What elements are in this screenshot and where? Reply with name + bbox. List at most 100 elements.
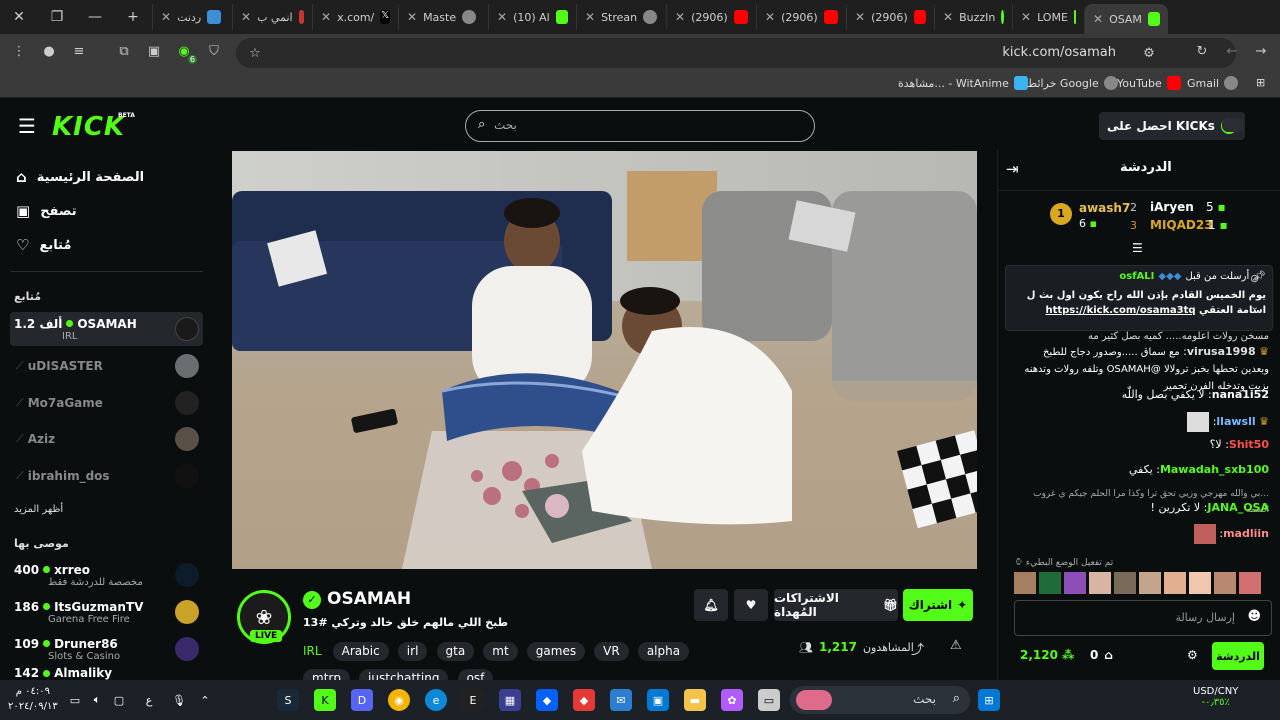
emote-image[interactable]	[1014, 572, 1036, 594]
bookmark-youtube[interactable]: YouTube	[1117, 76, 1181, 90]
keyboard-language[interactable]: ع	[138, 689, 160, 711]
browser-tab[interactable]: ✕ Maste	[398, 4, 488, 30]
recommended-channel[interactable]: 109 Druner86 Slots & Casino	[10, 632, 203, 666]
following-channel[interactable]: ⟋ uDISASTER	[10, 349, 203, 383]
close-tab-icon[interactable]: ✕	[943, 10, 953, 24]
browser-tab[interactable]: ✕ (2906)	[666, 4, 756, 30]
browser-tab[interactable]: ✕ BuzzIn	[934, 4, 1012, 30]
menu-dots-icon[interactable]: ⋮	[10, 42, 28, 60]
leader-name[interactable]: MIQAD23	[1150, 218, 1213, 232]
shield-icon[interactable]: ⛉	[205, 42, 223, 60]
new-tab-icon[interactable]: +	[114, 0, 152, 34]
subscribe-button[interactable]: اشتراك ✦	[903, 589, 973, 621]
tag[interactable]: mt	[483, 642, 518, 661]
kick-app-icon[interactable]: K	[314, 689, 336, 711]
video-player[interactable]	[232, 151, 977, 569]
browser-tab[interactable]: ✕ Strean	[576, 4, 666, 30]
report-warning-icon[interactable]: ⚠	[950, 638, 962, 653]
reading-list-icon[interactable]: ≡	[70, 42, 88, 60]
share-icon[interactable]: ⤴	[911, 639, 924, 658]
bookmark-gmail[interactable]: Gmail	[1187, 76, 1239, 90]
extension-icon[interactable]: ▣	[145, 42, 163, 60]
emote-image[interactable]	[1114, 572, 1136, 594]
browser-tab[interactable]: ✕ ردنت	[152, 4, 232, 30]
close-tab-icon[interactable]: ✕	[585, 10, 595, 24]
file-explorer-icon[interactable]: ▬	[684, 689, 706, 711]
channel-points[interactable]: 2,120 ⁂	[1020, 648, 1074, 662]
close-window-icon[interactable]: ✕	[0, 0, 38, 34]
epic-games-icon[interactable]: E	[462, 689, 484, 711]
steam-icon[interactable]: S	[277, 689, 299, 711]
extension-badge-icon[interactable]: ◉ 6	[175, 42, 197, 64]
close-tab-icon[interactable]: ✕	[855, 10, 865, 24]
close-tab-icon[interactable]: ✕	[1021, 10, 1031, 24]
emote-image[interactable]	[1139, 572, 1161, 594]
user-avatar[interactable]	[1222, 118, 1244, 132]
browser-tab[interactable]: ✕ (2906)	[756, 4, 846, 30]
chrome-icon[interactable]: ◉	[388, 689, 410, 711]
close-tab-icon[interactable]: ✕	[1093, 12, 1103, 26]
show-more-link[interactable]: أظهر المزيد	[14, 504, 63, 515]
recommended-channel[interactable]: 186 ItsGuzmanTV Garena Free Fire	[10, 595, 203, 629]
tag[interactable]: games	[526, 642, 586, 661]
microphone-icon[interactable]: 🎙︎	[168, 689, 190, 711]
restore-window-icon[interactable]: ❐	[38, 0, 76, 34]
tag[interactable]: alpha	[637, 642, 690, 661]
app-icon[interactable]: ▦	[499, 689, 521, 711]
copilot-icon[interactable]: ✿	[721, 689, 743, 711]
browser-tab-active[interactable]: ✕ OSAM	[1084, 4, 1168, 34]
browser-tab[interactable]: ✕ x.com/𝕏	[312, 4, 398, 30]
kicks-balance[interactable]: 0 ⌂	[1090, 648, 1113, 662]
search-input[interactable]: ⌕ بحث	[465, 110, 815, 142]
edge-icon[interactable]: e	[425, 689, 447, 711]
taskbar-search[interactable]: بحث ⌕	[790, 686, 970, 714]
notification-bell-button[interactable]: 🔔︎	[694, 589, 728, 621]
clock[interactable]: ٠٤:٠٩ م ٢٠٢٤/٠٩/١٣	[8, 684, 58, 714]
apps-grid-icon[interactable]: ⊞	[1256, 76, 1265, 89]
forward-icon[interactable]: ←	[1223, 42, 1241, 60]
discord-icon[interactable]: D	[351, 689, 373, 711]
bookmark-witanime[interactable]: مشاهدة... - WitAnime	[898, 76, 1028, 90]
send-chat-button[interactable]: الدردشة	[1212, 642, 1264, 670]
emote-image[interactable]	[1039, 572, 1061, 594]
tag[interactable]: irl	[397, 642, 428, 661]
following-channel-osamah[interactable]: 1.2 ألف OSAMAH IRL	[10, 312, 203, 346]
minimize-window-icon[interactable]: —	[76, 0, 114, 34]
emote-image[interactable]	[1164, 572, 1186, 594]
browser-tab[interactable]: ✕ (10) Al	[488, 4, 576, 30]
gift-subs-button[interactable]: الاشتراكات المُهداة 🎁︎	[774, 589, 898, 621]
category-link[interactable]: IRL	[303, 644, 322, 658]
chat-message-input[interactable]: إرسال رسالة ☻	[1014, 600, 1272, 636]
emote-image[interactable]	[1239, 572, 1261, 594]
bookmark-maps[interactable]: خرائط Google	[1027, 76, 1118, 90]
store-icon[interactable]: ▣	[647, 689, 669, 711]
nav-home[interactable]: ⌂ الصفحة الرئيسية	[16, 168, 144, 186]
windows-start-icon[interactable]: ⊞	[978, 689, 1000, 711]
address-bar[interactable]: ☆ kick.com/osamah ⚙	[236, 38, 1236, 68]
hamburger-menu-icon[interactable]: ☰	[18, 114, 36, 138]
emoji-icon[interactable]: ☻	[1247, 609, 1261, 624]
battery-icon[interactable]: ▭	[64, 689, 86, 711]
leader-name[interactable]: awash7	[1079, 201, 1130, 215]
recommended-channel[interactable]: 142 Almaliky	[10, 666, 203, 680]
emote-image[interactable]	[1214, 572, 1236, 594]
mail-icon[interactable]: ✉	[610, 689, 632, 711]
close-tab-icon[interactable]: ✕	[321, 10, 331, 24]
leader-name[interactable]: iAryen	[1150, 200, 1194, 214]
star-icon[interactable]: ☆	[246, 44, 264, 62]
kick-logo[interactable]: KICK	[52, 112, 125, 142]
collapse-chat-icon[interactable]: ⇥	[1006, 160, 1019, 178]
settings-gear-icon[interactable]: ⚙	[1187, 648, 1198, 662]
network-icon[interactable]: ▢	[108, 689, 130, 711]
volume-icon[interactable]: 🔈︎	[86, 689, 108, 711]
chevron-up-icon[interactable]: ⌃	[194, 689, 216, 711]
browser-tab[interactable]: ✕ (2906)	[846, 4, 934, 30]
emote-image[interactable]	[1189, 572, 1211, 594]
close-tab-icon[interactable]: ✕	[497, 10, 507, 24]
nav-following[interactable]: ♡ مُتابع	[16, 236, 71, 254]
recommended-channel[interactable]: 400 xrreo مخصصة للدردشة فقط	[10, 558, 203, 592]
close-tab-icon[interactable]: ✕	[241, 10, 251, 24]
following-channel[interactable]: ⟋ Aziz	[10, 422, 203, 456]
nav-browse[interactable]: ▣ تصفح	[16, 202, 77, 220]
extension-icon[interactable]: ●	[40, 42, 58, 60]
